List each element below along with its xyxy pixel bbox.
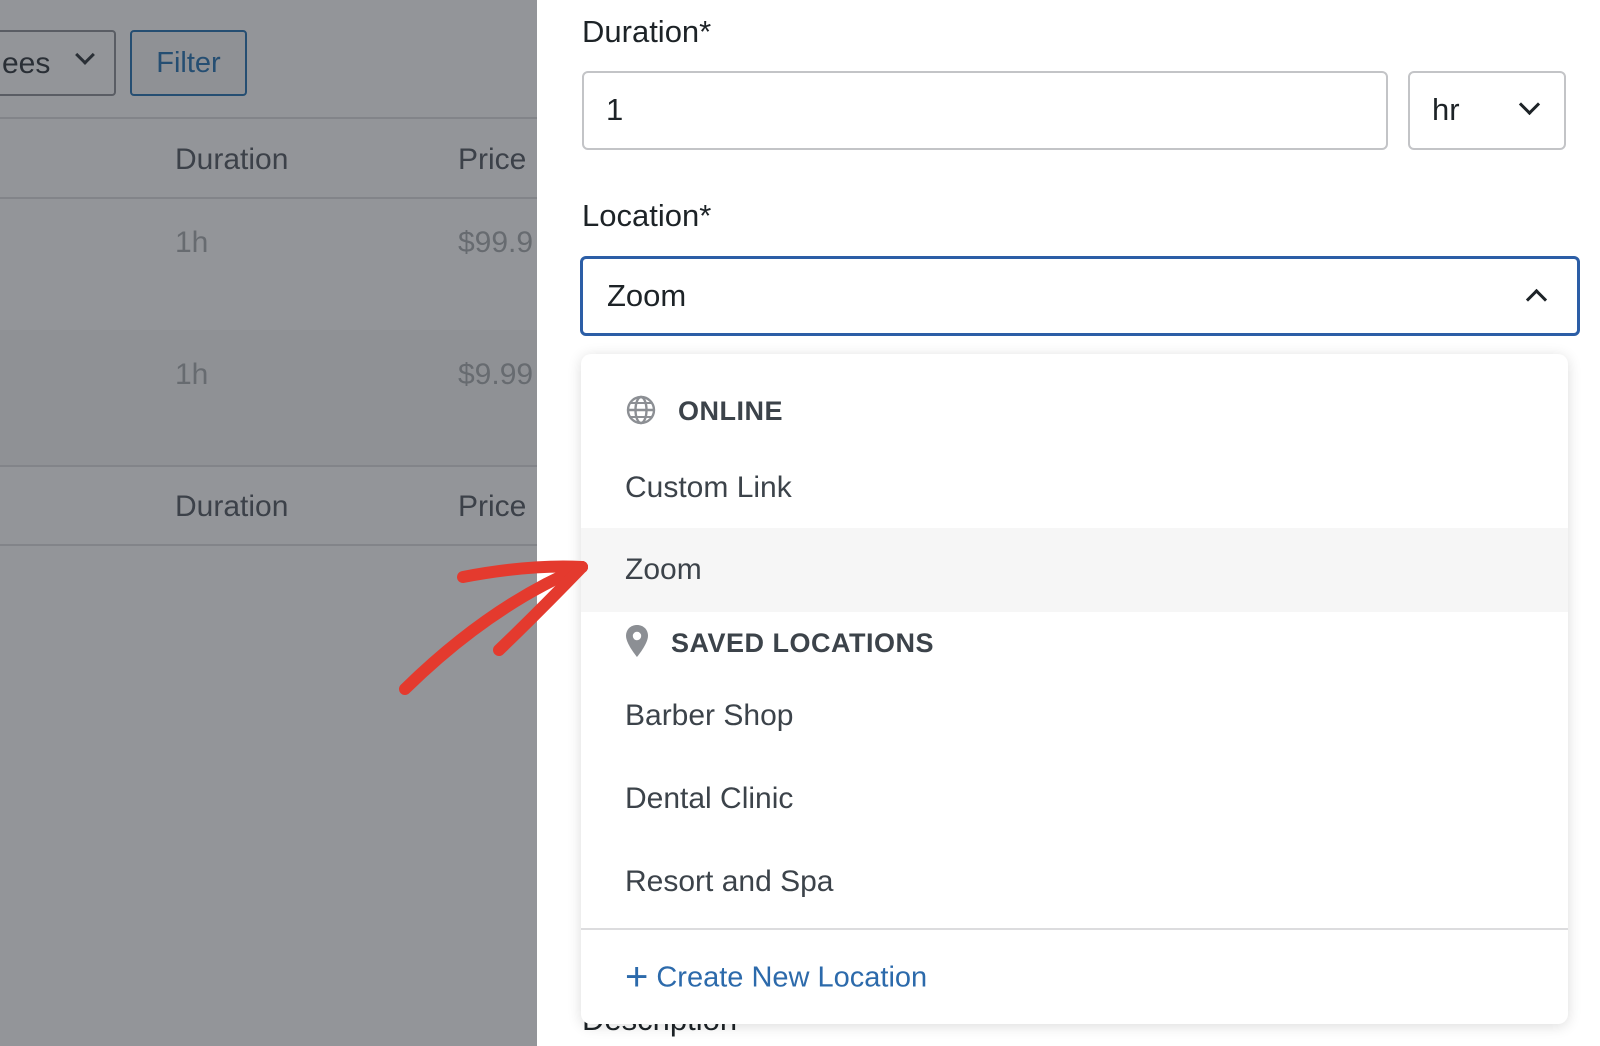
dropdown-option-dental-clinic[interactable]: Dental Clinic [581, 757, 1568, 841]
dropdown-option-resort-and-spa[interactable]: Resort and Spa [581, 840, 1568, 924]
duration-unit-select[interactable]: hr [1408, 71, 1566, 150]
duration-label: Duration* [582, 14, 712, 49]
dropdown-group-header-online: ONLINE [581, 380, 1568, 440]
duration-input[interactable]: 1 [582, 71, 1388, 150]
create-new-location-label: Create New Location [656, 961, 928, 994]
chevron-up-icon [1525, 288, 1548, 311]
duration-unit-value: hr [1432, 92, 1460, 127]
globe-icon [626, 395, 656, 425]
plus-icon: + [625, 955, 649, 1000]
dropdown-group-header-saved-locations: SAVED LOCATIONS [581, 612, 1568, 672]
dropdown-divider [581, 928, 1568, 930]
dropdown-option-zoom[interactable]: Zoom [581, 528, 1568, 612]
create-new-location-button[interactable]: + Create New Location [625, 954, 927, 998]
chevron-down-icon [1518, 93, 1541, 116]
location-dropdown-menu: ONLINE Custom Link Zoom SAVED LOCATIONS … [581, 354, 1568, 1024]
location-select-value: Zoom [607, 278, 687, 313]
dropdown-group-label: ONLINE [678, 396, 784, 426]
location-select[interactable]: Zoom [580, 256, 1580, 336]
location-label: Location* [582, 198, 712, 233]
modal-overlay[interactable] [0, 0, 537, 1046]
dropdown-option-barber-shop[interactable]: Barber Shop [581, 674, 1568, 758]
annotation-arrow-icon [399, 560, 588, 695]
dropdown-option-custom-link[interactable]: Custom Link [581, 446, 1568, 530]
dropdown-group-label: SAVED LOCATIONS [671, 628, 935, 658]
map-pin-icon [626, 625, 648, 657]
